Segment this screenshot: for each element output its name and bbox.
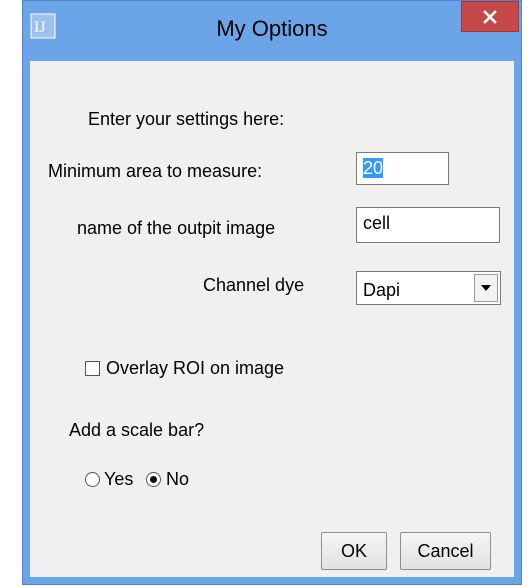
ok-button[interactable]: OK <box>321 532 387 570</box>
close-button[interactable] <box>461 1 519 32</box>
dropdown-arrow-button[interactable] <box>474 274 498 302</box>
radio-selected-dot <box>150 476 157 483</box>
output-name-label: name of the outpit image <box>77 218 276 238</box>
channel-dye-label: Channel dye <box>203 275 305 295</box>
min-area-field[interactable]: 20 <box>356 152 449 185</box>
output-name-field[interactable]: cell <box>356 207 500 243</box>
scale-bar-no-label[interactable]: No <box>166 469 189 490</box>
dialog-window: IJ My Options Enter your settings here: … <box>22 0 522 585</box>
dialog-body: Enter your settings here: Minimum area t… <box>30 61 514 577</box>
intro-text: Enter your settings here: <box>88 109 285 129</box>
scale-bar-yes-radio[interactable] <box>85 472 100 487</box>
min-area-value: 20 <box>363 158 384 178</box>
scale-bar-no-radio[interactable] <box>146 472 161 487</box>
title-bar[interactable]: IJ My Options <box>23 1 521 61</box>
channel-dye-select[interactable]: Dapi <box>356 271 501 305</box>
scale-bar-question: Add a scale bar? <box>69 420 205 440</box>
scale-bar-yes-label[interactable]: Yes <box>104 469 133 490</box>
cancel-button[interactable]: Cancel <box>400 532 491 570</box>
close-icon <box>483 9 497 24</box>
chevron-down-icon <box>481 285 491 291</box>
channel-dye-value: Dapi <box>363 280 401 300</box>
output-name-value: cell <box>363 213 391 233</box>
min-area-label: Minimum area to measure: <box>48 161 263 181</box>
overlay-roi-label[interactable]: Overlay ROI on image <box>106 358 284 379</box>
window-title: My Options <box>216 16 328 41</box>
overlay-roi-checkbox[interactable] <box>85 361 100 376</box>
